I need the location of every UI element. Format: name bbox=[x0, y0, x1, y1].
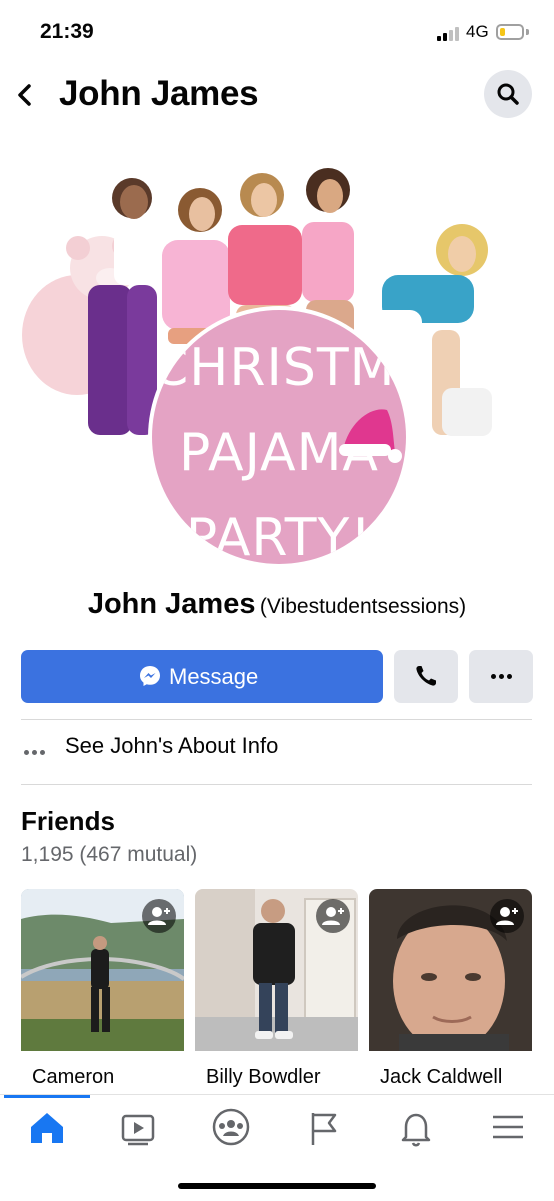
watch-icon bbox=[121, 1114, 155, 1146]
message-label: Message bbox=[169, 664, 259, 689]
friends-count: 1,195 (467 mutual) bbox=[21, 843, 198, 866]
back-icon[interactable] bbox=[12, 80, 40, 110]
search-icon bbox=[497, 83, 519, 105]
tab-watch[interactable] bbox=[108, 1105, 168, 1149]
tab-home[interactable] bbox=[17, 1105, 77, 1149]
friend-name: Billy Bowdler bbox=[206, 1066, 321, 1088]
friend-card[interactable]: Billy Bowdler bbox=[195, 889, 358, 1094]
friend-name: Jack Caldwell bbox=[380, 1066, 503, 1088]
profile-name: John James (Vibestudentsessions) bbox=[0, 588, 554, 621]
messenger-icon bbox=[140, 666, 160, 686]
search-button[interactable] bbox=[484, 70, 532, 118]
profile-picture-text: CHRISTMAS bbox=[152, 338, 406, 398]
battery-icon bbox=[496, 24, 524, 40]
tab-pages[interactable] bbox=[293, 1105, 353, 1149]
page-title: John James bbox=[59, 74, 259, 113]
tab-menu[interactable] bbox=[478, 1105, 538, 1149]
tab-notifications[interactable] bbox=[386, 1105, 446, 1149]
groups-icon bbox=[212, 1108, 250, 1146]
pages-icon bbox=[311, 1113, 337, 1145]
profile-display-name: John James bbox=[87, 588, 256, 620]
friend-name: Cameron bbox=[32, 1066, 115, 1088]
notifications-icon bbox=[401, 1113, 431, 1147]
add-friend-icon[interactable] bbox=[142, 899, 176, 933]
friend-card[interactable]: Jack Caldwell bbox=[369, 889, 532, 1094]
status-time: 21:39 bbox=[40, 20, 94, 43]
message-button[interactable]: Message bbox=[21, 650, 383, 703]
status-bar: 21:39 4G bbox=[0, 0, 554, 64]
home-indicator bbox=[178, 1183, 376, 1189]
divider bbox=[21, 784, 532, 785]
add-friend-icon[interactable] bbox=[316, 899, 350, 933]
network-label: 4G bbox=[466, 22, 489, 41]
friend-card[interactable]: Cameron bbox=[21, 889, 184, 1094]
profile-username: (Vibestudentsessions) bbox=[259, 595, 467, 618]
profile-picture-text: PARTY! bbox=[185, 508, 373, 564]
home-icon bbox=[31, 1113, 63, 1143]
friends-title[interactable]: Friends bbox=[21, 806, 115, 837]
menu-icon bbox=[493, 1115, 523, 1139]
tab-groups[interactable] bbox=[201, 1105, 261, 1149]
more-icon bbox=[507, 674, 512, 679]
active-tab-indicator bbox=[4, 1095, 90, 1098]
add-friend-icon[interactable] bbox=[490, 899, 524, 933]
santa-hat-icon bbox=[339, 409, 402, 463]
signal-icon bbox=[437, 25, 463, 41]
about-info-row[interactable]: See John's About Info bbox=[0, 720, 554, 784]
about-info-label: See John's About Info bbox=[65, 733, 279, 758]
call-button[interactable] bbox=[394, 650, 458, 703]
more-button[interactable] bbox=[469, 650, 533, 703]
profile-header: John James bbox=[0, 64, 554, 128]
phone-icon bbox=[416, 666, 436, 686]
